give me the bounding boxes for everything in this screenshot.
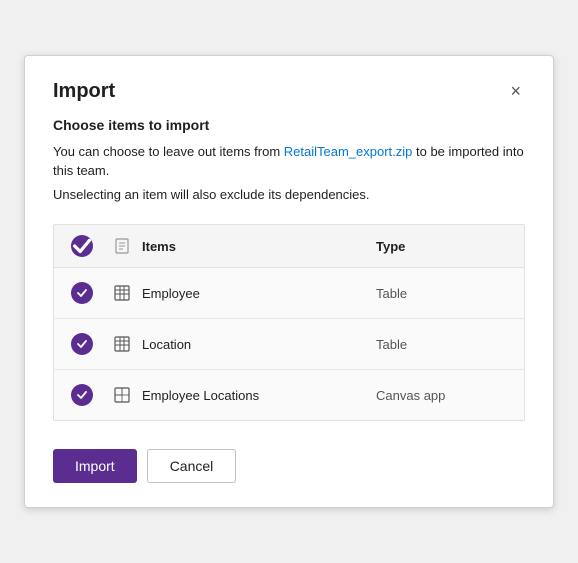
table-row: Employee Locations Canvas app [54, 370, 524, 420]
table-row: Location Table [54, 319, 524, 370]
row1-name: Employee [142, 286, 376, 301]
dialog-title: Import [53, 80, 115, 103]
subtitle-note: Unselecting an item will also exclude it… [53, 185, 525, 205]
header-check-cell[interactable] [62, 235, 102, 257]
row3-name: Employee Locations [142, 388, 376, 403]
row2-name: Location [142, 337, 376, 352]
row2-check[interactable] [62, 333, 102, 355]
choose-items-heading: Choose items to import [53, 115, 525, 136]
row1-check[interactable] [62, 282, 102, 304]
subtitle-description: You can choose to leave out items from R… [53, 142, 525, 181]
items-column-header: Items [142, 239, 376, 254]
row3-check-icon [71, 384, 93, 406]
row1-check-icon [71, 282, 93, 304]
type-column-header: Type [376, 239, 516, 254]
items-table: Items Type Employe [53, 224, 525, 421]
table-header: Items Type [54, 225, 524, 268]
import-dialog: Import × Choose items to import You can … [24, 55, 554, 509]
row3-type: Canvas app [376, 388, 516, 403]
header-icon-cell [102, 237, 142, 255]
dialog-footer: Import Cancel [53, 449, 525, 483]
header-check-icon [71, 235, 93, 257]
row3-check[interactable] [62, 384, 102, 406]
import-button[interactable]: Import [53, 449, 137, 483]
close-button[interactable]: × [506, 80, 525, 102]
subtitle-text1: You can choose to leave out items from [53, 144, 284, 159]
subtitle-section: Choose items to import You can choose to… [53, 115, 525, 205]
row2-type: Table [376, 337, 516, 352]
file-link: RetailTeam_export.zip [284, 144, 413, 159]
row2-check-icon [71, 333, 93, 355]
row1-type-icon [102, 284, 142, 302]
dialog-header: Import × [53, 80, 525, 103]
table-row: Employee Table [54, 268, 524, 319]
row2-type-icon [102, 335, 142, 353]
cancel-button[interactable]: Cancel [147, 449, 237, 483]
row3-type-icon [102, 386, 142, 404]
row1-type: Table [376, 286, 516, 301]
